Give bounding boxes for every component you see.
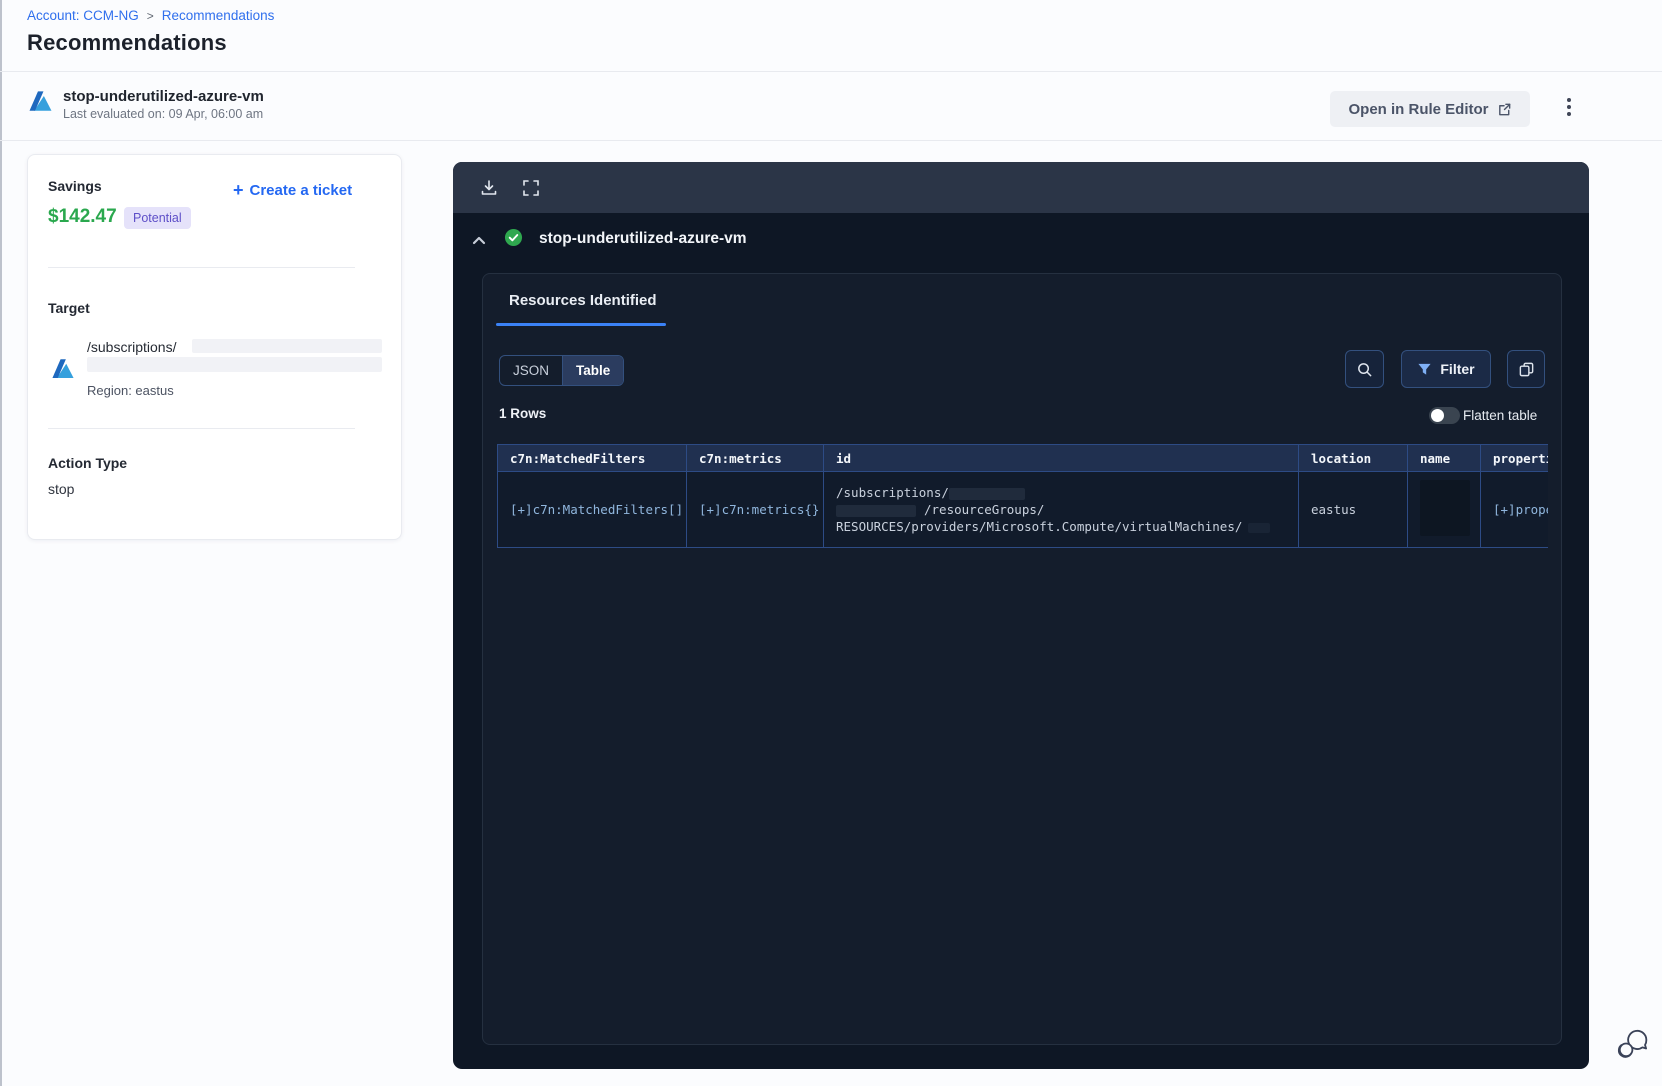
support-chat-icon[interactable] xyxy=(1616,1026,1650,1060)
copy-icon xyxy=(1519,362,1533,376)
summary-divider-2 xyxy=(48,428,355,429)
redacted-value xyxy=(948,487,1025,500)
rows-count: 1 Rows xyxy=(499,406,547,421)
view-toggle: JSON Table xyxy=(499,355,625,386)
breadcrumb-recommendations-link[interactable]: Recommendations xyxy=(162,8,275,23)
column-header-location[interactable]: location xyxy=(1298,444,1408,472)
table-row: [+]c7n:MatchedFilters[] [+]c7n:metrics{}… xyxy=(497,471,1548,548)
resources-table: c7n:MatchedFilters c7n:metrics id locati… xyxy=(497,444,1548,548)
create-ticket-label: Create a ticket xyxy=(249,182,353,199)
cell-properties[interactable]: [+]properties{} xyxy=(1480,471,1548,548)
page-title: Recommendations xyxy=(27,30,227,55)
redacted-value xyxy=(1248,522,1271,533)
azure-icon xyxy=(29,91,52,111)
flatten-table-label: Flatten table xyxy=(1463,408,1538,423)
redacted-value xyxy=(192,339,382,353)
column-header-matched-filters[interactable]: c7n:MatchedFilters xyxy=(497,444,687,472)
action-type-value: stop xyxy=(48,481,75,497)
app-left-edge xyxy=(0,0,2,1086)
view-toggle-json[interactable]: JSON xyxy=(500,356,562,385)
redacted-value xyxy=(836,504,916,517)
target-label: Target xyxy=(48,300,90,316)
header-divider xyxy=(0,71,1662,72)
savings-label: Savings xyxy=(48,178,102,194)
azure-target-icon xyxy=(52,359,74,378)
results-toolbar xyxy=(453,162,1589,213)
search-icon xyxy=(1358,362,1372,376)
table-header-row: c7n:MatchedFilters c7n:metrics id locati… xyxy=(497,444,1548,472)
more-options-button[interactable] xyxy=(1556,96,1582,124)
column-header-metrics[interactable]: c7n:metrics xyxy=(686,444,824,472)
plus-icon: + xyxy=(233,180,244,200)
cell-id: /subscriptions/ /resourceGroups/ RESOURC… xyxy=(823,471,1299,548)
content-divider xyxy=(0,140,1662,141)
cell-name xyxy=(1407,471,1481,548)
column-header-id[interactable]: id xyxy=(823,444,1299,472)
cell-matched-filters[interactable]: [+]c7n:MatchedFilters[] xyxy=(497,471,687,548)
open-in-rule-editor-button[interactable]: Open in Rule Editor xyxy=(1330,91,1530,127)
column-header-name[interactable]: name xyxy=(1407,444,1481,472)
view-toggle-table[interactable]: Table xyxy=(562,356,624,385)
tab-active-underline xyxy=(496,323,666,326)
success-check-icon xyxy=(504,228,523,247)
collapse-chevron-icon[interactable] xyxy=(471,234,487,246)
breadcrumb: Account: CCM-NG > Recommendations xyxy=(27,8,274,23)
panel-rule-title: stop-underutilized-azure-vm xyxy=(539,230,747,247)
fullscreen-icon[interactable] xyxy=(521,178,541,198)
breadcrumb-account-link[interactable]: Account: CCM-NG xyxy=(27,8,139,23)
column-header-properties[interactable]: properties xyxy=(1480,444,1548,472)
action-type-label: Action Type xyxy=(48,455,128,471)
summary-divider xyxy=(48,267,355,268)
filter-icon xyxy=(1418,363,1431,375)
download-icon[interactable] xyxy=(479,178,499,198)
rule-last-evaluated: Last evaluated on: 09 Apr, 06:00 am xyxy=(63,107,264,121)
target-region: Region: eastus xyxy=(87,383,174,398)
filter-button[interactable]: Filter xyxy=(1401,350,1491,388)
results-panel: stop-underutilized-azure-vm Resources Id… xyxy=(453,162,1589,1069)
redacted-value xyxy=(87,357,382,372)
filter-button-label: Filter xyxy=(1440,361,1475,377)
breadcrumb-separator-icon: > xyxy=(146,8,154,23)
cell-location: eastus xyxy=(1298,471,1408,548)
rule-name: stop-underutilized-azure-vm xyxy=(63,88,264,105)
flatten-table-toggle[interactable] xyxy=(1429,407,1460,424)
resources-card: Resources Identified JSON Table Filter 1… xyxy=(482,273,1562,1045)
savings-potential-badge: Potential xyxy=(124,207,191,229)
search-button[interactable] xyxy=(1345,350,1384,388)
copy-button[interactable] xyxy=(1507,350,1545,388)
open-in-rule-editor-label: Open in Rule Editor xyxy=(1348,100,1489,118)
create-ticket-button[interactable]: + Create a ticket xyxy=(233,180,353,200)
savings-amount: $142.47 xyxy=(48,206,117,227)
external-link-icon xyxy=(1498,103,1510,115)
target-path: /subscriptions/ xyxy=(87,339,177,355)
redacted-value xyxy=(1420,480,1470,536)
tab-resources-identified[interactable]: Resources Identified xyxy=(509,292,657,309)
resources-table-container: c7n:MatchedFilters c7n:metrics id locati… xyxy=(497,444,1548,550)
cell-metrics[interactable]: [+]c7n:metrics{} xyxy=(686,471,824,548)
